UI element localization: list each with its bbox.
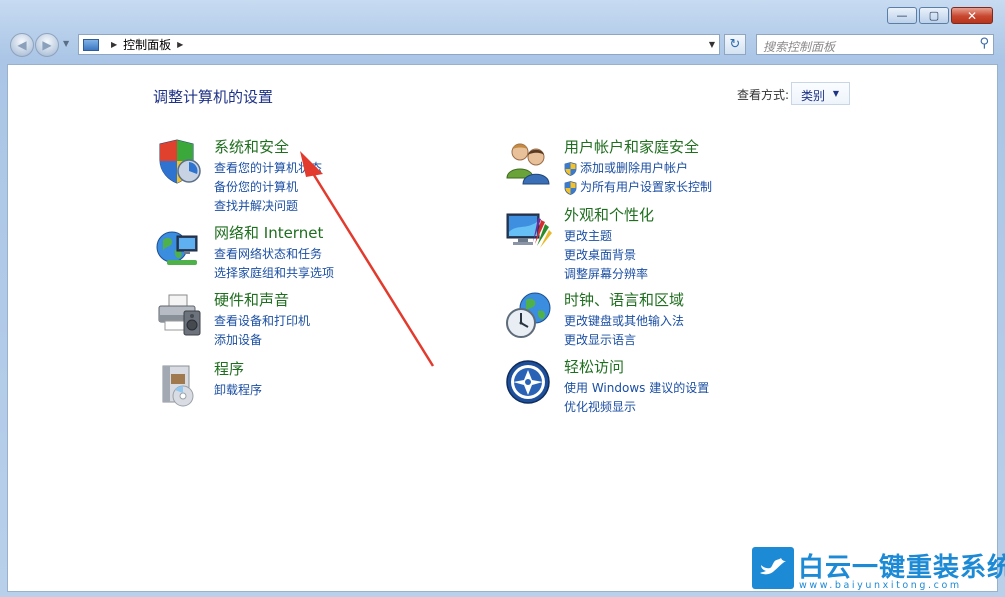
link-change-theme[interactable]: 更改主题 <box>564 227 648 246</box>
link-network-status[interactable]: 查看网络状态和任务 <box>214 245 334 264</box>
navigation-bar: ◀ ▶ ▼ ▶ 控制面板 ▶ ▼ ↻ 搜索控制面板 ⚲ <box>8 33 998 57</box>
control-panel-icon <box>83 38 99 51</box>
chevron-down-icon: ▼ <box>832 89 839 98</box>
address-dropdown-icon[interactable]: ▼ <box>709 40 715 49</box>
back-arrow-icon: ◀ <box>17 38 27 52</box>
view-by-label: 查看方式: <box>737 88 790 102</box>
link-optimize-visual-display[interactable]: 优化视频显示 <box>564 398 709 417</box>
page-title: 调整计算机的设置 <box>153 88 274 106</box>
close-button[interactable]: ✕ <box>951 7 993 24</box>
link-text: 为所有用户设置家长控制 <box>580 180 713 194</box>
link-change-display-language[interactable]: 更改显示语言 <box>564 331 684 350</box>
programs-box-icon[interactable] <box>155 360 203 408</box>
uac-shield-icon <box>564 162 577 176</box>
link-adjust-resolution[interactable]: 调整屏幕分辨率 <box>564 265 648 284</box>
link-backup-computer[interactable]: 备份您的计算机 <box>214 178 322 197</box>
link-change-keyboard[interactable]: 更改键盘或其他输入法 <box>564 312 684 331</box>
category-title[interactable]: 时钟、语言和区域 <box>564 289 684 310</box>
users-icon[interactable] <box>505 138 553 186</box>
close-icon: ✕ <box>966 8 978 23</box>
watermark-name: 白云一键重装系统 <box>798 553 1005 583</box>
clock-globe-icon[interactable] <box>505 291 553 339</box>
link-add-device[interactable]: 添加设备 <box>214 331 310 350</box>
link-recommended-settings[interactable]: 使用 Windows 建议的设置 <box>564 379 709 398</box>
watermark-url: www.baiyunxitong.com <box>799 580 962 591</box>
maximize-icon: ▢ <box>928 9 940 22</box>
search-placeholder: 搜索控制面板 <box>763 40 836 54</box>
system-security-icon[interactable] <box>155 138 203 186</box>
link-troubleshoot[interactable]: 查找并解决问题 <box>214 197 322 216</box>
control-panel-window: — ▢ ✕ ◀ ▶ ▼ ▶ 控制面板 ▶ ▼ ↻ 搜索控制面板 ⚲ 调整计算机的… <box>0 0 1005 597</box>
link-text: 添加或删除用户帐户 <box>580 161 689 175</box>
uac-shield-icon <box>564 181 577 195</box>
breadcrumb-control-panel[interactable]: 控制面板 <box>123 36 171 53</box>
forward-arrow-icon: ▶ <box>42 38 52 52</box>
category-title[interactable]: 程序 <box>214 358 244 379</box>
category-title[interactable]: 外观和个性化 <box>564 204 654 225</box>
link-add-remove-accounts[interactable]: 添加或删除用户帐户 <box>564 159 712 178</box>
back-button[interactable]: ◀ <box>10 33 34 57</box>
bird-logo-icon <box>752 547 794 589</box>
breadcrumb-separator-icon[interactable]: ▶ <box>111 40 117 49</box>
search-icon[interactable]: ⚲ <box>979 36 989 51</box>
refresh-icon: ↻ <box>729 37 741 52</box>
minimize-icon: — <box>896 9 908 22</box>
category-title[interactable]: 用户帐户和家庭安全 <box>564 136 699 157</box>
link-view-computer-status[interactable]: 查看您的计算机状态 <box>214 159 322 178</box>
refresh-button[interactable]: ↻ <box>724 34 746 55</box>
link-uninstall-program[interactable]: 卸载程序 <box>214 381 262 400</box>
link-devices-printers[interactable]: 查看设备和打印机 <box>214 312 310 331</box>
appearance-monitor-icon[interactable] <box>505 206 553 254</box>
category-title[interactable]: 硬件和声音 <box>214 289 289 310</box>
ease-of-access-icon[interactable] <box>505 358 553 406</box>
view-by-select[interactable]: 类别 ▼ <box>791 82 850 105</box>
watermark: 白云一键重装系统 www.baiyunxitong.com <box>752 547 1005 593</box>
view-by-value: 类别 <box>801 89 826 103</box>
category-title[interactable]: 网络和 Internet <box>214 222 323 243</box>
caption-buttons: — ▢ ✕ <box>887 7 993 24</box>
forward-button[interactable]: ▶ <box>35 33 59 57</box>
recent-pages-dropdown[interactable]: ▼ <box>63 39 69 48</box>
maximize-button[interactable]: ▢ <box>919 7 949 24</box>
search-input[interactable]: 搜索控制面板 ⚲ <box>756 34 994 55</box>
category-title[interactable]: 系统和安全 <box>214 136 289 157</box>
category-title[interactable]: 轻松访问 <box>564 356 624 377</box>
address-bar[interactable]: ▶ 控制面板 ▶ ▼ <box>78 34 720 55</box>
minimize-button[interactable]: — <box>887 7 917 24</box>
link-parental-controls[interactable]: 为所有用户设置家长控制 <box>564 178 712 197</box>
content-pane: 调整计算机的设置 查看方式: 类别 ▼ 系统和安全 查看您的计算机状态 备份您的… <box>7 64 998 592</box>
link-change-desktop-background[interactable]: 更改桌面背景 <box>564 246 648 265</box>
breadcrumb-separator-icon[interactable]: ▶ <box>177 40 183 49</box>
link-homegroup-sharing[interactable]: 选择家庭组和共享选项 <box>214 264 334 283</box>
printer-icon[interactable] <box>155 291 203 339</box>
network-globe-icon[interactable] <box>155 224 203 272</box>
